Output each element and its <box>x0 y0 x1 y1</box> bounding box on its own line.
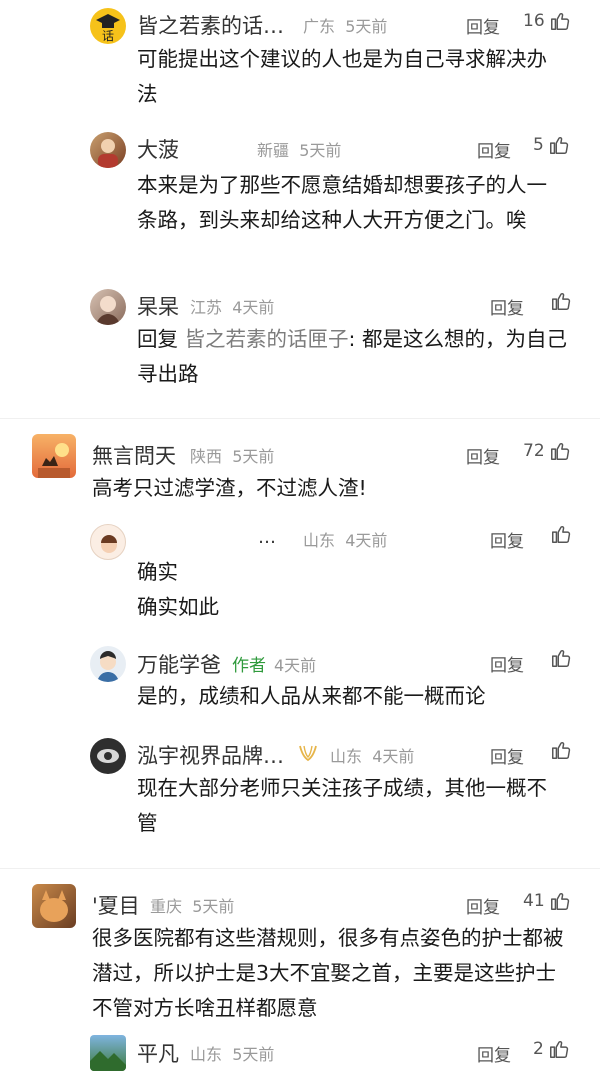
landscape-icon <box>90 1051 126 1071</box>
comment-item: 大菠 新疆 5天前 回复 5 本来是为了那些不愿意结婚却想要孩子的人一条路，到头… <box>0 125 600 275</box>
user-name[interactable]: 皆之若素的话… <box>137 10 284 40</box>
like-button[interactable]: 16 <box>523 10 571 32</box>
thumbs-up-icon <box>549 137 568 154</box>
user-name[interactable]: 無言問天 <box>92 440 176 470</box>
thumbs-up-icon <box>550 893 569 910</box>
like-button[interactable]: 5 <box>533 134 570 156</box>
comment-text: 本来是为了那些不愿意结婚却想要孩子的人一条路，到头来却给这种人大开方便之门。唉 <box>137 173 547 232</box>
like-button[interactable] <box>546 523 572 545</box>
comment-meta: 山东 5天前 <box>190 1045 275 1064</box>
comment-meta: 重庆 5天前 <box>150 897 235 916</box>
like-count: 2 <box>533 1039 544 1059</box>
cartoon-man-icon <box>97 651 119 682</box>
comment-item: 话 皆之若素的话… 广东 5天前 回复 16 可能提出这个建议的人也是为自己寻求… <box>0 0 600 120</box>
reply-button[interactable]: 回复 <box>477 1041 511 1066</box>
comment-text: 高考只过滤学渣，不过滤人渣! <box>92 476 367 500</box>
comment-text: 确实 确实如此 <box>137 555 567 625</box>
reply-button[interactable]: 回复 <box>466 13 500 38</box>
user-name[interactable]: 平凡 <box>137 1038 179 1068</box>
divider <box>0 868 600 869</box>
comment-item: … 山东 4天前 回复 确实 确实如此 <box>0 518 600 628</box>
divider <box>0 418 600 419</box>
avatar[interactable] <box>32 434 76 478</box>
user-name[interactable]: 万能学爸 <box>137 649 221 679</box>
like-button[interactable]: 2 <box>533 1038 570 1060</box>
reply-button[interactable]: 回复 <box>490 527 524 552</box>
comment-line: 确实如此 <box>137 595 219 619</box>
cartoon-girl-icon <box>101 535 117 553</box>
comment-item: 杲杲 江苏 4天前 回复 回复 皆之若素的话匣子: 都是这么想的，为自己寻出路 <box>0 285 600 405</box>
reply-button[interactable]: 回复 <box>477 137 511 162</box>
avatar[interactable] <box>90 1035 126 1071</box>
avatar[interactable] <box>90 646 126 682</box>
like-button[interactable] <box>546 290 572 312</box>
avatar[interactable] <box>90 289 126 325</box>
avatar[interactable] <box>90 524 126 560</box>
reply-button[interactable]: 回复 <box>490 651 524 676</box>
comment-item: 泓宇视界品牌… 山东 4天前 回复 现在大部分老师只关注孩子成绩，其他一概不管 <box>0 734 600 854</box>
comment-text: 可能提出这个建议的人也是为自己寻求解决办法 <box>137 47 547 106</box>
comment-meta: 陕西 5天前 <box>190 447 275 466</box>
author-badge: 作者 <box>232 656 266 676</box>
like-button[interactable]: 72 <box>523 440 571 462</box>
user-name[interactable]: 泓宇视界品牌… <box>137 740 284 770</box>
camel-sunset-icon <box>38 443 70 478</box>
like-count: 5 <box>533 135 544 155</box>
thumbs-up-icon <box>552 526 571 543</box>
comment-meta: 新疆 5天前 <box>257 141 342 160</box>
like-count: 72 <box>523 441 545 461</box>
comment-text: 现在大部分老师只关注孩子成绩，其他一概不管 <box>137 776 547 835</box>
avatar[interactable] <box>90 738 126 774</box>
like-count: 16 <box>523 11 545 31</box>
comment-text: 很多医院都有这些潜规则，很多有点姿色的护士都被潜过，所以护士是3大不宜娶之首，主… <box>92 926 564 1020</box>
comment-meta: 作者 4天前 <box>232 656 317 676</box>
thumbs-up-icon <box>550 443 569 460</box>
avatar[interactable] <box>32 884 76 928</box>
comment-text: 回复 皆之若素的话匣子: 都是这么想的，为自己寻出路 <box>137 322 567 392</box>
like-button[interactable]: 41 <box>523 890 571 912</box>
reply-to-user[interactable]: 皆之若素的话匣子 <box>185 327 349 351</box>
thumbs-up-icon <box>550 13 569 30</box>
eye-logo-icon <box>97 749 119 763</box>
comment-text: 是的，成绩和人品从来都不能一概而论 <box>137 684 486 708</box>
like-count: 41 <box>523 891 545 911</box>
thumbs-up-icon <box>552 293 571 310</box>
cat-photo-icon <box>40 890 68 922</box>
svg-text:话: 话 <box>102 29 114 43</box>
person-photo-icon <box>98 139 118 168</box>
comment-item: 万能学爸 作者 4天前 回复 是的，成绩和人品从来都不能一概而论 <box>0 642 600 722</box>
avatar[interactable] <box>90 132 126 168</box>
comment-meta: 广东 5天前 <box>303 17 388 36</box>
reply-button[interactable]: 回复 <box>466 893 500 918</box>
user-name[interactable]: … <box>258 527 276 548</box>
comment-item: '夏目 重庆 5天前 回复 41 很多医院都有这些潜规则，很多有点姿色的护士都被… <box>0 880 600 1020</box>
thumbs-up-icon <box>552 650 571 667</box>
verified-badge-icon <box>299 745 317 762</box>
reply-prefix: 回复 <box>137 327 178 351</box>
user-name[interactable]: 杲杲 <box>137 291 179 321</box>
like-button[interactable] <box>546 647 572 669</box>
comment-meta: 山东 4天前 <box>303 531 388 550</box>
person-photo-icon <box>96 296 120 325</box>
graduation-cap-icon: 话 <box>96 14 120 43</box>
comment-meta: 江苏 4天前 <box>190 298 275 317</box>
user-name[interactable]: 大菠 <box>137 134 179 164</box>
comment-item: 平凡 山东 5天前 回复 2 <box>0 1031 600 1071</box>
thumbs-up-icon <box>549 1041 568 1058</box>
comment-line: 确实 <box>137 560 178 584</box>
comment-item: 無言問天 陕西 5天前 回复 72 高考只过滤学渣，不过滤人渣! <box>0 430 600 510</box>
reply-button[interactable]: 回复 <box>490 743 524 768</box>
comment-meta: 山东 4天前 <box>330 747 415 766</box>
reply-button[interactable]: 回复 <box>466 443 500 468</box>
avatar[interactable]: 话 <box>90 8 126 44</box>
like-button[interactable] <box>546 739 572 761</box>
reply-button[interactable]: 回复 <box>490 294 524 319</box>
thumbs-up-icon <box>552 742 571 759</box>
user-name[interactable]: '夏目 <box>92 890 140 920</box>
